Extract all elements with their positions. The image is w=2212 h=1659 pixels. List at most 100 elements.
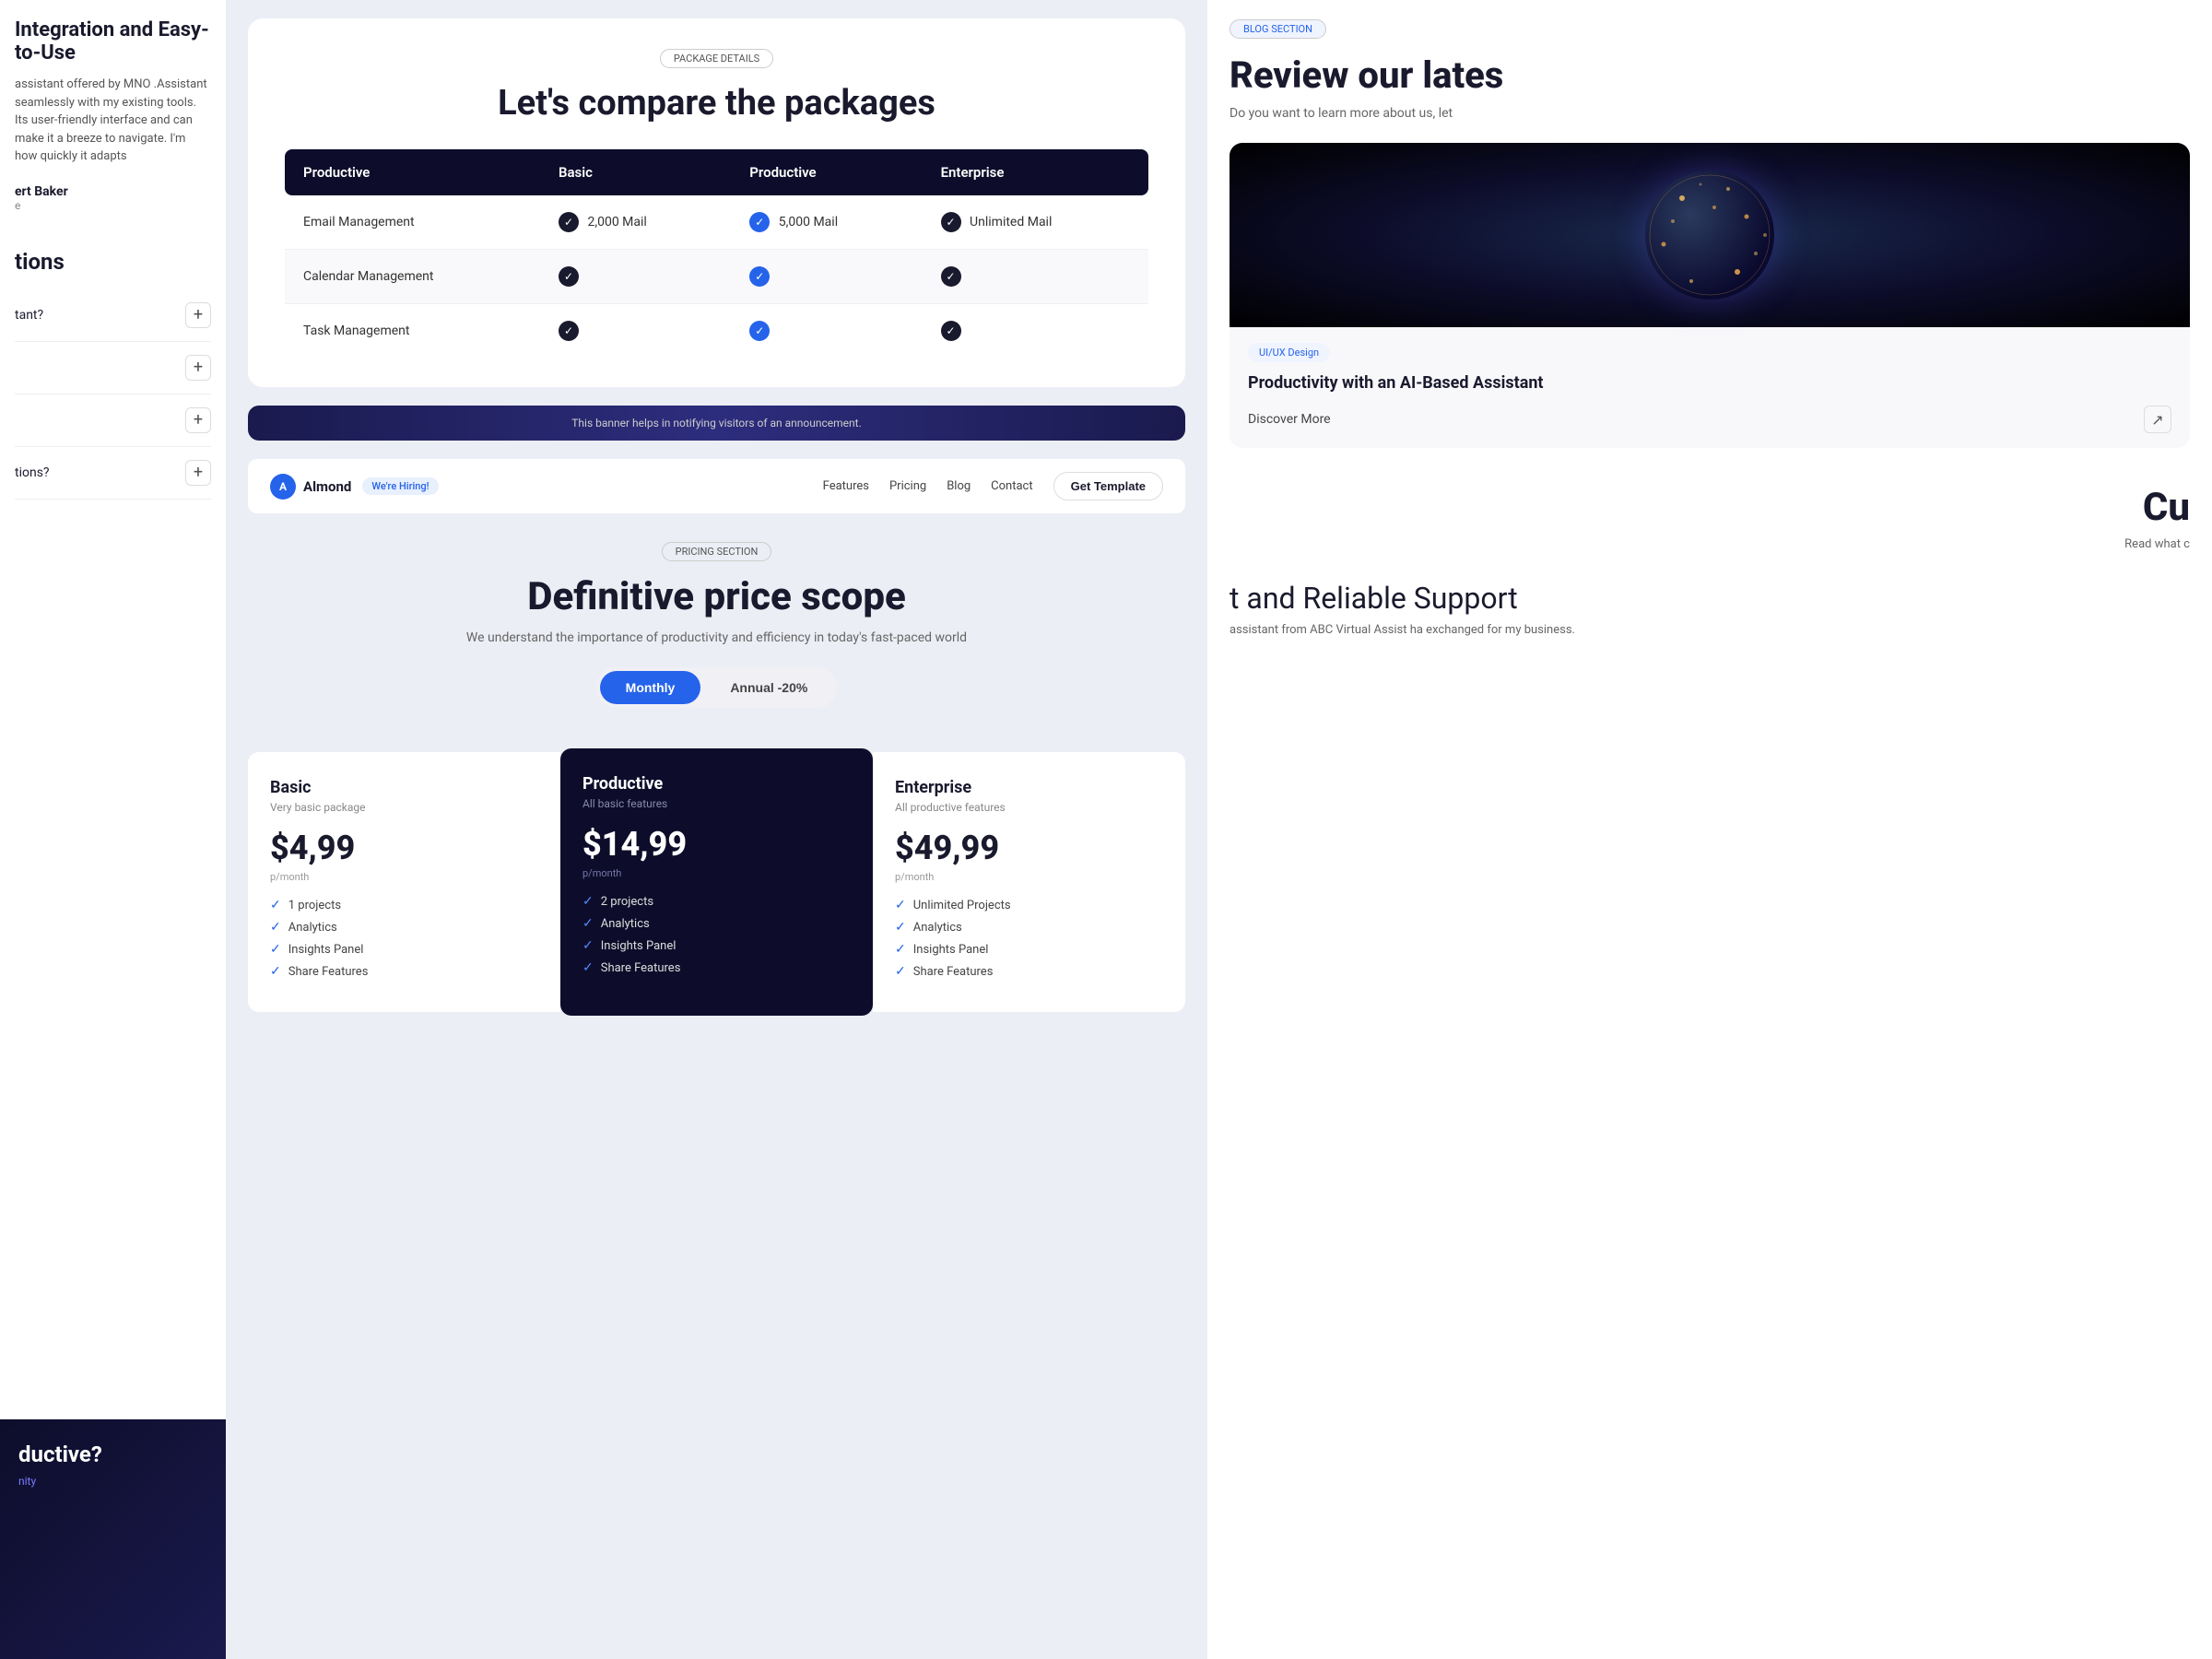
sphere-dots-svg [1645, 171, 1774, 300]
table-row: Calendar Management ✓ ✓ ✓ [285, 250, 1148, 304]
nav-blog[interactable]: Blog [947, 479, 971, 493]
feature-label: Email Management [285, 195, 540, 250]
plan-desc: Very basic package [270, 801, 538, 814]
table-header-row: Productive Basic Productive Enterprise [285, 149, 1148, 195]
hiring-badge: We're Hiring! [362, 477, 438, 495]
navbar: A Almond We're Hiring! Features Pricing … [248, 459, 1185, 513]
check-icon: ✓ [270, 942, 281, 957]
discover-arrow-icon[interactable]: ↗ [2144, 406, 2171, 433]
list-item[interactable]: + [15, 394, 211, 447]
enterprise-plan-card: Enterprise All productive features $49,9… [873, 752, 1185, 1012]
check-icon: ✓ [582, 938, 594, 953]
plan-price: $14,99 [582, 825, 851, 864]
enterprise-cell: ✓ Unlimited Mail [923, 195, 1148, 250]
feature-item: ✓ Analytics [895, 920, 1163, 935]
nav-pricing[interactable]: Pricing [889, 479, 926, 493]
billing-toggle: Monthly Annual -20% [596, 667, 838, 708]
announcement-banner: This banner helps in notifying visitors … [248, 406, 1185, 441]
check-icon: ✓ [582, 894, 594, 909]
check-icon: ✓ [941, 212, 961, 232]
list-item[interactable]: tant? + [15, 289, 211, 342]
basic-plan-card: Basic Very basic package $4,99 p/month ✓… [248, 752, 560, 1012]
check-icon: ✓ [941, 266, 961, 287]
check-icon: ✓ [270, 964, 281, 979]
feature-item: ✓ Share Features [895, 964, 1163, 979]
expand-icon[interactable]: + [185, 407, 211, 433]
expand-icon[interactable]: + [185, 355, 211, 381]
check-icon: ✓ [270, 898, 281, 912]
plan-name: Productive [582, 774, 851, 794]
plan-desc: All productive features [895, 801, 1163, 814]
get-template-button[interactable]: Get Template [1053, 472, 1163, 500]
faq-title: tions [15, 249, 211, 275]
pricing-subtitle: We understand the importance of producti… [263, 630, 1171, 645]
check-icon: ✓ [941, 321, 961, 341]
feature-item: ✓ Analytics [270, 920, 538, 935]
enterprise-cell: ✓ [923, 250, 1148, 304]
discover-more-text[interactable]: Discover More [1248, 412, 1331, 427]
plan-name: Basic [270, 778, 538, 797]
table-row: Task Management ✓ ✓ ✓ [285, 304, 1148, 359]
dark-card-sub: nity [18, 1475, 207, 1488]
review-text: assistant offered by MNO .Assistant seam… [15, 76, 211, 166]
expand-icon[interactable]: + [185, 460, 211, 486]
package-tag: PACKAGE DETAILS [660, 49, 773, 68]
check-icon: ✓ [559, 212, 579, 232]
per-month: p/month [270, 871, 538, 883]
list-item[interactable]: + [15, 342, 211, 394]
logo-text: Almond [303, 478, 351, 495]
blog-card-body: UI/UX Design Productivity with an AI-Bas… [1230, 327, 2190, 448]
check-icon: ✓ [749, 321, 770, 341]
package-section: PACKAGE DETAILS Let's compare the packag… [248, 18, 1185, 387]
right-section-title: Cu [1230, 485, 2190, 530]
blog-section-title: Review our lates [1230, 53, 2190, 97]
pricing-section: PRICING SECTION Definitive price scope W… [226, 523, 1207, 752]
col-header-enterprise: Enterprise [923, 149, 1148, 195]
check-icon: ✓ [749, 212, 770, 232]
feature-item: ✓ Insights Panel [895, 942, 1163, 957]
navbar-left: A Almond We're Hiring! [270, 474, 439, 500]
expand-icon[interactable]: + [185, 302, 211, 328]
navbar-logo: A Almond [270, 474, 351, 500]
annual-toggle[interactable]: Annual -20% [704, 671, 833, 704]
monthly-toggle[interactable]: Monthly [600, 671, 701, 704]
check-icon: ✓ [270, 920, 281, 935]
check-icon: ✓ [895, 920, 906, 935]
check-icon: ✓ [582, 960, 594, 975]
pricing-tag: PRICING SECTION [662, 542, 772, 561]
reliable-subtitle: assistant from ABC Virtual Assist ha exc… [1230, 623, 2190, 637]
per-month: p/month [895, 871, 1163, 883]
nav-contact[interactable]: Contact [991, 479, 1032, 493]
discover-more-row: Discover More ↗ [1248, 406, 2171, 433]
productive-plan-card: Productive All basic features $14,99 p/m… [560, 748, 873, 1016]
plan-price: $49,99 [895, 829, 1163, 867]
feature-item: ✓ Unlimited Projects [895, 898, 1163, 912]
sphere-decoration [1645, 171, 1774, 300]
nav-features[interactable]: Features [823, 479, 869, 493]
banner-text: This banner helps in notifying visitors … [571, 417, 862, 429]
dark-card-title: ductive? [18, 1441, 207, 1467]
feature-label: Task Management [285, 304, 540, 359]
productive-cell: ✓ [731, 250, 922, 304]
plan-price: $4,99 [270, 829, 538, 867]
reviewer-name: ert Baker [15, 184, 211, 199]
navbar-right: Features Pricing Blog Contact Get Templa… [823, 472, 1163, 500]
basic-cell: ✓ [540, 250, 731, 304]
list-item[interactable]: tions? + [15, 447, 211, 500]
reviewer-role: e [15, 199, 211, 212]
check-icon: ✓ [582, 916, 594, 931]
blog-card-title: Productivity with an AI-Based Assistant [1248, 371, 2171, 394]
blog-section-subtitle: Do you want to learn more about us, let [1230, 106, 2190, 121]
check-icon: ✓ [895, 898, 906, 912]
basic-cell: ✓ 2,000 Mail [540, 195, 731, 250]
feature-item: ✓ 1 projects [270, 898, 538, 912]
read-what-text: Read what c [1230, 537, 2190, 551]
left-panel: Integration and Easy-to-Use assistant of… [0, 0, 226, 1659]
table-row: Email Management ✓ 2,000 Mail ✓ 5,000 Ma… [285, 195, 1148, 250]
dark-card: ductive? nity [0, 1419, 226, 1659]
check-icon: ✓ [895, 964, 906, 979]
feature-item: ✓ 2 projects [582, 894, 851, 909]
faq-section: tions tant? + + + tions? + [15, 249, 211, 500]
plan-name: Enterprise [895, 778, 1163, 797]
compare-table: Productive Basic Productive Enterprise E… [285, 149, 1148, 358]
